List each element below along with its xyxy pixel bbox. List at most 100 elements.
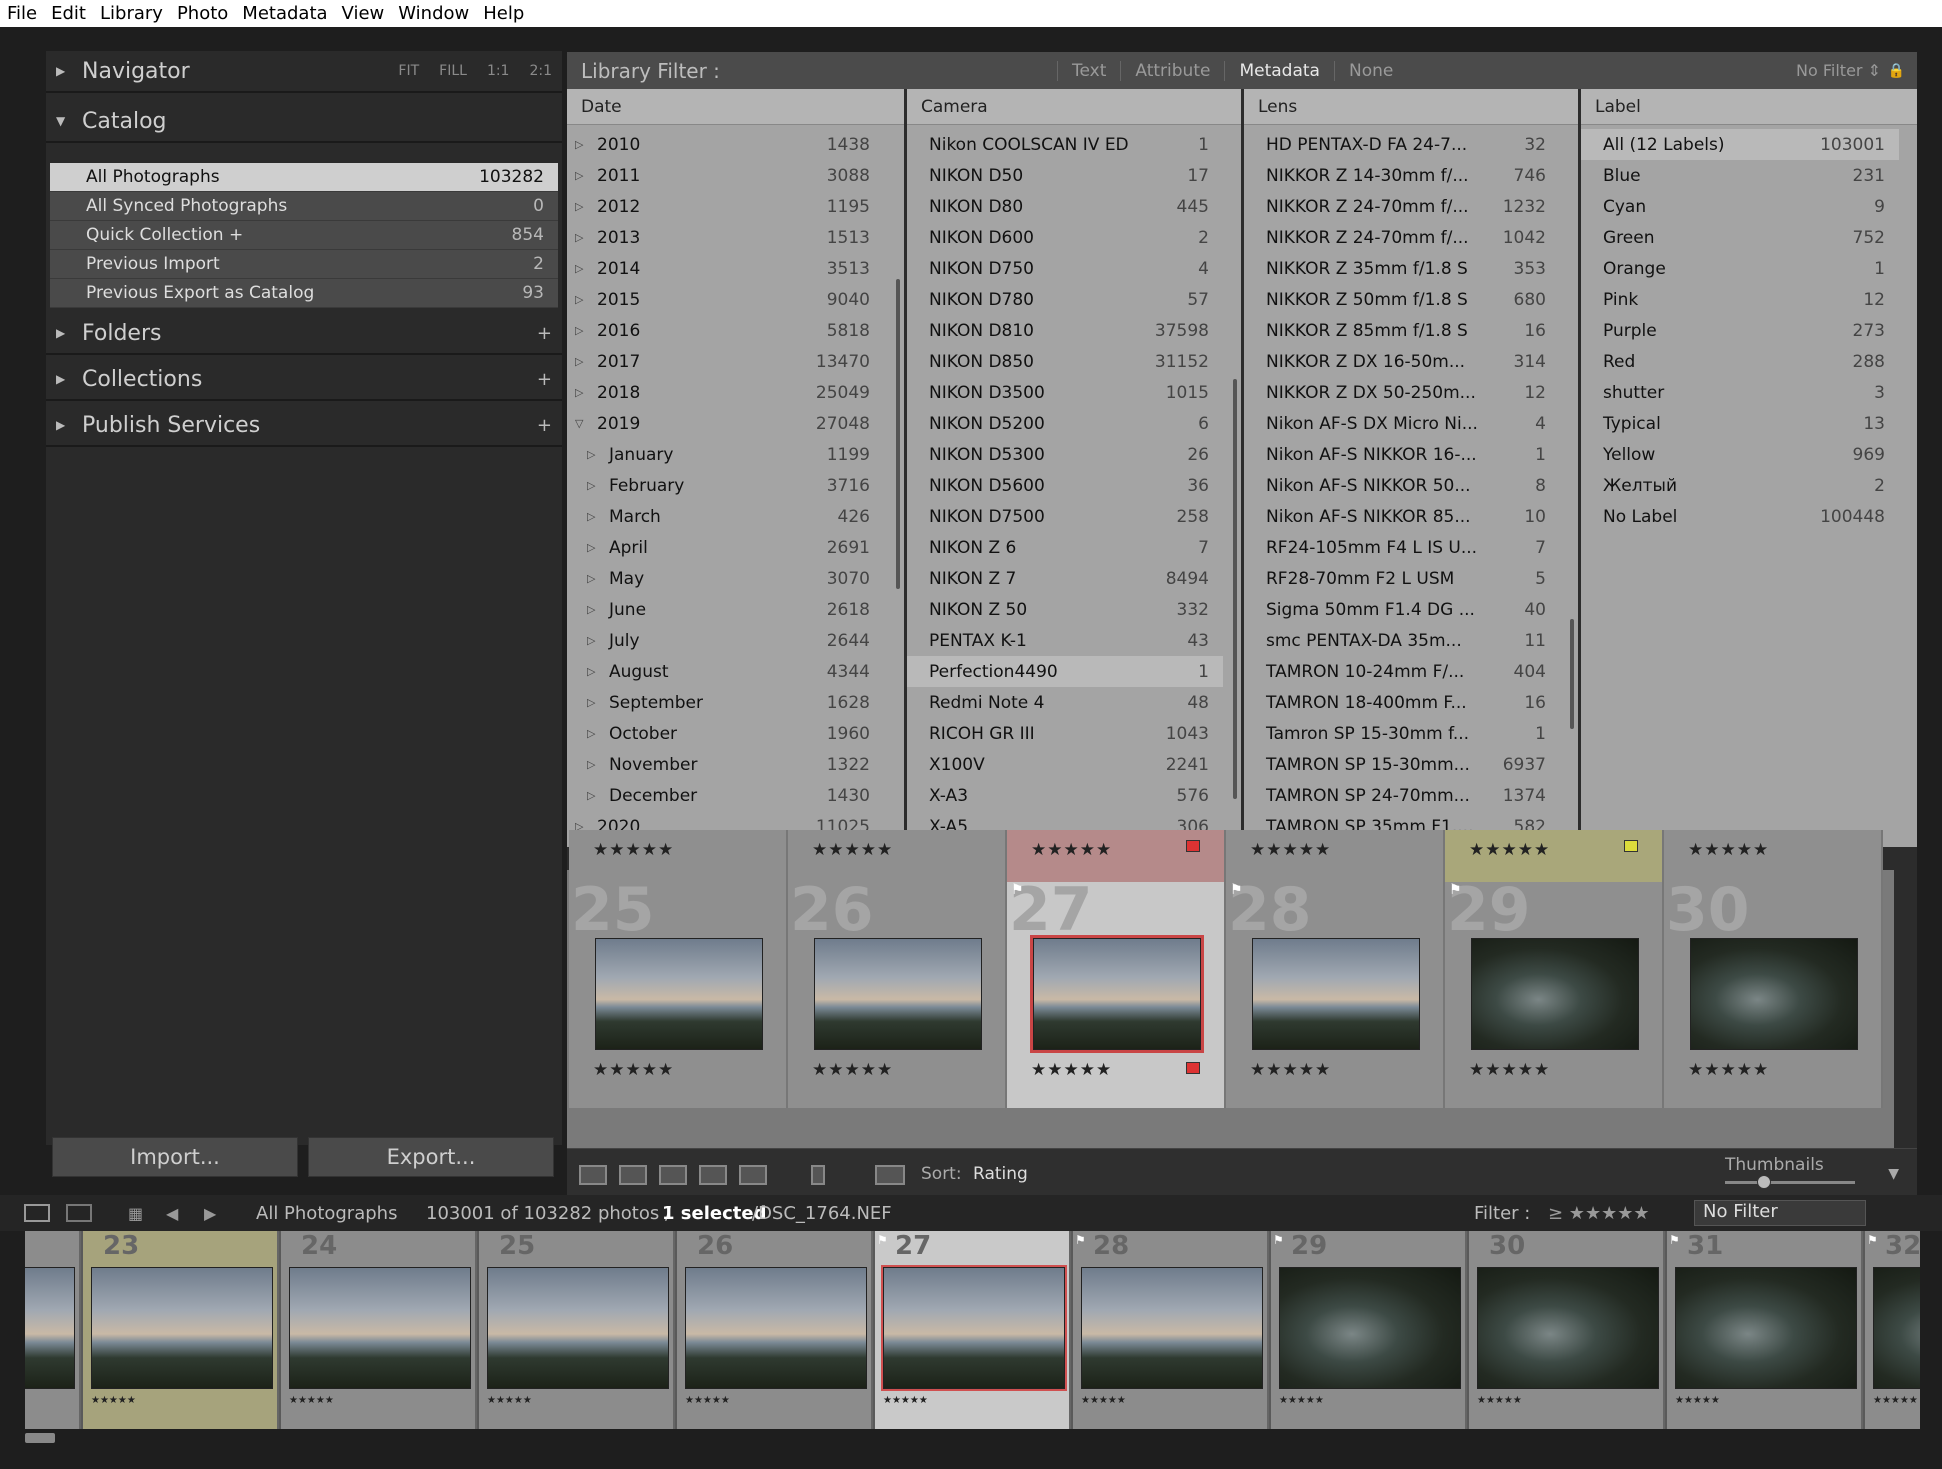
disclosure-triangle-icon[interactable]: ▷ [587, 479, 609, 492]
filmstrip-cell[interactable]: 31 ⚑ ★★★★★ [1667, 1231, 1863, 1429]
photo-thumbnail[interactable] [814, 938, 982, 1050]
menu-window[interactable]: Window [391, 3, 476, 24]
date-row[interactable]: ▷ 2016 5818 [567, 315, 886, 346]
camera-row[interactable]: NIKON D3500 1015 [907, 377, 1223, 408]
catalog-item[interactable]: Previous Import 2 [50, 250, 558, 279]
disclosure-triangle-icon[interactable]: ▷ [587, 789, 609, 802]
camera-scrollbar[interactable] [1233, 379, 1237, 799]
zoom-fit-button[interactable]: FIT [398, 63, 419, 79]
menu-metadata[interactable]: Metadata [235, 3, 334, 24]
date-scrollbar[interactable] [896, 279, 900, 589]
camera-row[interactable]: X-A3 576 [907, 780, 1223, 811]
rating-stars[interactable]: ★★★★★ [1688, 1060, 1769, 1080]
label-row[interactable]: shutter 3 [1581, 377, 1899, 408]
filter-tab-text[interactable]: Text [1057, 60, 1120, 81]
filmstrip-source[interactable]: All Photographs [256, 1203, 397, 1224]
sort-select[interactable]: Rating [973, 1164, 1028, 1184]
disclosure-triangle-icon[interactable]: ▷ [575, 169, 597, 182]
disclosure-triangle-icon[interactable]: ▷ [587, 541, 609, 554]
camera-row[interactable]: NIKON D50 17 [907, 160, 1223, 191]
photo-thumbnail[interactable] [1477, 1267, 1659, 1389]
disclosure-triangle-icon[interactable]: ▷ [575, 200, 597, 213]
lens-row[interactable]: TAMRON 18-400mm F... 16 [1244, 687, 1560, 718]
label-row[interactable]: No Label 100448 [1581, 501, 1899, 532]
date-row[interactable]: ▷ 2010 1438 [567, 129, 886, 160]
camera-row[interactable]: NIKON D810 37598 [907, 315, 1223, 346]
add-publish-service-icon[interactable]: + [537, 415, 552, 436]
filmstrip-cell[interactable] [25, 1231, 81, 1429]
camera-row[interactable]: NIKON Z 6 7 [907, 532, 1223, 563]
disclosure-triangle-icon[interactable]: ▷ [587, 634, 609, 647]
camera-row[interactable]: X100V 2241 [907, 749, 1223, 780]
camera-row[interactable]: Nikon COOLSCAN IV ED 1 [907, 129, 1223, 160]
lens-row[interactable]: NIKKOR Z 35mm f/1.8 S 353 [1244, 253, 1560, 284]
lens-column-header[interactable]: Lens [1244, 89, 1578, 125]
disclosure-triangle-icon[interactable]: ▷ [587, 665, 609, 678]
grid-cell[interactable]: ★★★★★ 28 ⚑ ★★★★★ [1226, 830, 1445, 1108]
disclosure-triangle-icon[interactable]: ▷ [587, 572, 609, 585]
flag-icon[interactable]: ⚑ [1867, 1233, 1878, 1247]
date-row[interactable]: ▷ 2018 25049 [567, 377, 886, 408]
filmstrip-cell[interactable]: 28 ⚑ ★★★★★ [1073, 1231, 1269, 1429]
rating-filter[interactable]: ≥ ★★★★★ [1548, 1203, 1650, 1224]
publish-services-header[interactable]: ▶ Publish Services + [46, 405, 562, 447]
camera-row[interactable]: NIKON D750 4 [907, 253, 1223, 284]
photo-thumbnail[interactable] [595, 938, 763, 1050]
lens-row[interactable]: RF28-70mm F2 L USM 5 [1244, 563, 1560, 594]
date-row[interactable]: ▷ 2013 1513 [567, 222, 886, 253]
grid-cell[interactable]: ★★★★★ 25 ★★★★★ [569, 830, 788, 1108]
filmstrip-filter-select[interactable]: No Filter [1694, 1200, 1866, 1226]
camera-row[interactable]: NIKON Z 7 8494 [907, 563, 1223, 594]
label-row[interactable]: Typical 13 [1581, 408, 1899, 439]
date-row[interactable]: ▷ 2012 1195 [567, 191, 886, 222]
loupe-view-icon[interactable] [619, 1165, 647, 1185]
camera-row[interactable]: PENTAX K-1 43 [907, 625, 1223, 656]
lens-row[interactable]: Tamron SP 15-30mm f... 1 [1244, 718, 1560, 749]
rating-stars-top[interactable]: ★★★★★ [1031, 840, 1112, 860]
thumbnail-size-knob[interactable] [1757, 1175, 1771, 1189]
photo-thumbnail[interactable] [1675, 1267, 1857, 1389]
photo-thumbnail[interactable] [91, 1267, 273, 1389]
rating-stars[interactable]: ★★★★★ [1469, 1060, 1550, 1080]
disclosure-triangle-icon[interactable]: ▷ [575, 138, 597, 151]
zoom-1-1-button[interactable]: 1:1 [487, 63, 510, 79]
photo-thumbnail[interactable] [487, 1267, 669, 1389]
menu-view[interactable]: View [335, 3, 392, 24]
export-button[interactable]: Export... [308, 1137, 554, 1177]
filmstrip-cell[interactable]: 26 ★★★★★ [677, 1231, 873, 1429]
lens-row[interactable]: NIKKOR Z 24-70mm f/... 1042 [1244, 222, 1560, 253]
date-row[interactable]: ▷ 2014 3513 [567, 253, 886, 284]
filmstrip-cell[interactable]: 27 ⚑ ★★★★★ [875, 1231, 1071, 1429]
survey-view-icon[interactable] [699, 1165, 727, 1185]
label-row[interactable]: Yellow 969 [1581, 439, 1899, 470]
label-row[interactable]: Blue 231 [1581, 160, 1899, 191]
menu-help[interactable]: Help [476, 3, 531, 24]
catalog-item[interactable]: All Synced Photographs 0 [50, 192, 558, 221]
flag-icon[interactable]: ⚑ [1075, 1233, 1086, 1247]
photo-thumbnail[interactable] [1873, 1267, 1920, 1389]
grid-cell[interactable]: ★★★★★ 29 ⚑ ★★★★★ [1445, 830, 1664, 1108]
camera-row[interactable]: NIKON D5300 26 [907, 439, 1223, 470]
catalog-item[interactable]: Quick Collection + 854 [50, 221, 558, 250]
rating-stars[interactable]: ★★★★★ [593, 1060, 674, 1080]
lens-row[interactable]: NIKKOR Z 85mm f/1.8 S 16 [1244, 315, 1560, 346]
label-row[interactable]: Green 752 [1581, 222, 1899, 253]
rating-stars[interactable]: ★★★★★ [812, 1060, 893, 1080]
filmstrip-scroll-knob[interactable] [25, 1433, 55, 1443]
flag-icon[interactable]: ⚑ [1669, 1233, 1680, 1247]
lens-row[interactable]: NIKKOR Z 50mm f/1.8 S 680 [1244, 284, 1560, 315]
disclosure-triangle-icon[interactable]: ▷ [587, 603, 609, 616]
lens-row[interactable]: Sigma 50mm F1.4 DG ... 40 [1244, 594, 1560, 625]
lens-row[interactable]: smc PENTAX-DA 35m... 11 [1244, 625, 1560, 656]
catalog-header[interactable]: ▼ Catalog [46, 101, 562, 143]
sort-direction-icon[interactable] [875, 1165, 905, 1185]
secondary-window-icon[interactable] [66, 1204, 92, 1222]
date-row[interactable]: ▷ March 426 [567, 501, 886, 532]
navigator-header[interactable]: ▶ Navigator FIT FILL 1:1 2:1 [46, 51, 562, 93]
filmstrip-scrollbar[interactable] [25, 1431, 1920, 1445]
date-row[interactable]: ▷ February 3716 [567, 470, 886, 501]
label-row[interactable]: Pink 12 [1581, 284, 1899, 315]
photo-thumbnail[interactable] [289, 1267, 471, 1389]
grid-cell[interactable]: ★★★★★ 26 ★★★★★ [788, 830, 1007, 1108]
import-button[interactable]: Import... [52, 1137, 298, 1177]
